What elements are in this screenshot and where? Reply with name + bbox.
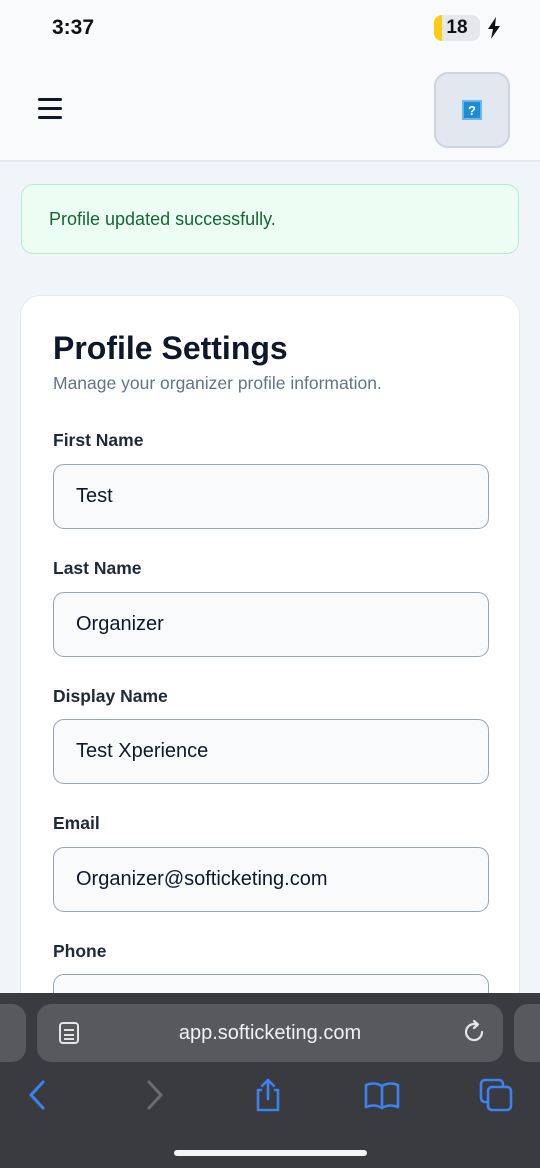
page-title: Profile Settings — [53, 330, 288, 366]
email-label: Email — [53, 813, 100, 833]
app-header: ? — [0, 56, 540, 162]
success-alert: Profile updated successfully. — [21, 184, 519, 254]
last-name-input[interactable] — [53, 592, 489, 657]
screen: 3:37 18 ? Profile updated successfully. … — [0, 0, 540, 1168]
broken-image-icon: ? — [462, 100, 482, 120]
page-menu-icon[interactable] — [58, 1021, 80, 1045]
next-tab-preview[interactable] — [514, 1004, 540, 1062]
home-indicator — [174, 1150, 367, 1156]
first-name-label: First Name — [53, 430, 144, 450]
alert-message: Profile updated successfully. — [49, 208, 276, 229]
previous-tab-preview[interactable] — [0, 1004, 26, 1062]
display-name-label: Display Name — [53, 686, 168, 706]
forward-icon[interactable] — [136, 1077, 172, 1113]
status-bar: 3:37 18 — [0, 0, 540, 56]
charging-bolt-icon — [488, 17, 500, 39]
tabs-icon[interactable] — [478, 1077, 514, 1113]
page-subtitle: Manage your organizer profile informatio… — [53, 373, 382, 393]
email-input[interactable] — [53, 847, 489, 912]
display-name-input[interactable] — [53, 719, 489, 784]
share-icon[interactable] — [250, 1077, 286, 1113]
url-text[interactable]: app.softicketing.com — [37, 1004, 503, 1062]
last-name-label: Last Name — [53, 558, 142, 578]
profile-settings-card: Profile Settings Manage your organizer p… — [20, 295, 520, 1055]
phone-label: Phone — [53, 941, 107, 961]
bookmarks-icon[interactable] — [364, 1077, 400, 1113]
browser-toolbar: app.softicketing.com — [0, 993, 540, 1168]
battery-level: 18 — [446, 17, 468, 38]
avatar-button[interactable]: ? — [434, 72, 510, 148]
back-icon[interactable] — [20, 1077, 56, 1113]
first-name-input[interactable] — [53, 464, 489, 529]
address-bar[interactable]: app.softicketing.com — [37, 1004, 503, 1062]
menu-button[interactable] — [30, 90, 70, 126]
battery-indicator: 18 — [434, 15, 480, 41]
status-time: 3:37 — [52, 16, 95, 39]
reload-icon[interactable] — [462, 1020, 486, 1044]
